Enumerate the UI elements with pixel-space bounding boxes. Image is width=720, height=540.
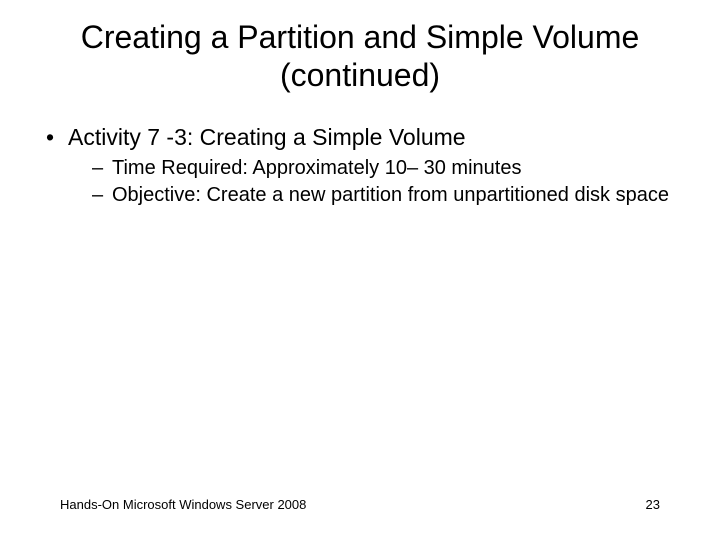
slide: Creating a Partition and Simple Volume (… xyxy=(0,0,720,540)
list-item: Objective: Create a new partition from u… xyxy=(68,183,680,208)
page-number: 23 xyxy=(646,497,660,512)
list-item: Time Required: Approximately 10– 30 minu… xyxy=(68,156,680,181)
slide-body: Activity 7 -3: Creating a Simple Volume … xyxy=(40,123,680,208)
list-item-text: Activity 7 -3: Creating a Simple Volume xyxy=(68,124,466,150)
list-item: Activity 7 -3: Creating a Simple Volume … xyxy=(40,123,680,208)
list-item-text: Time Required: Approximately 10– 30 minu… xyxy=(112,157,521,179)
bullet-list-level1: Activity 7 -3: Creating a Simple Volume … xyxy=(40,123,680,208)
footer-left: Hands-On Microsoft Windows Server 2008 xyxy=(60,497,306,512)
slide-title: Creating a Partition and Simple Volume (… xyxy=(40,0,680,95)
bullet-list-level2: Time Required: Approximately 10– 30 minu… xyxy=(68,156,680,208)
list-item-text: Objective: Create a new partition from u… xyxy=(112,184,669,206)
